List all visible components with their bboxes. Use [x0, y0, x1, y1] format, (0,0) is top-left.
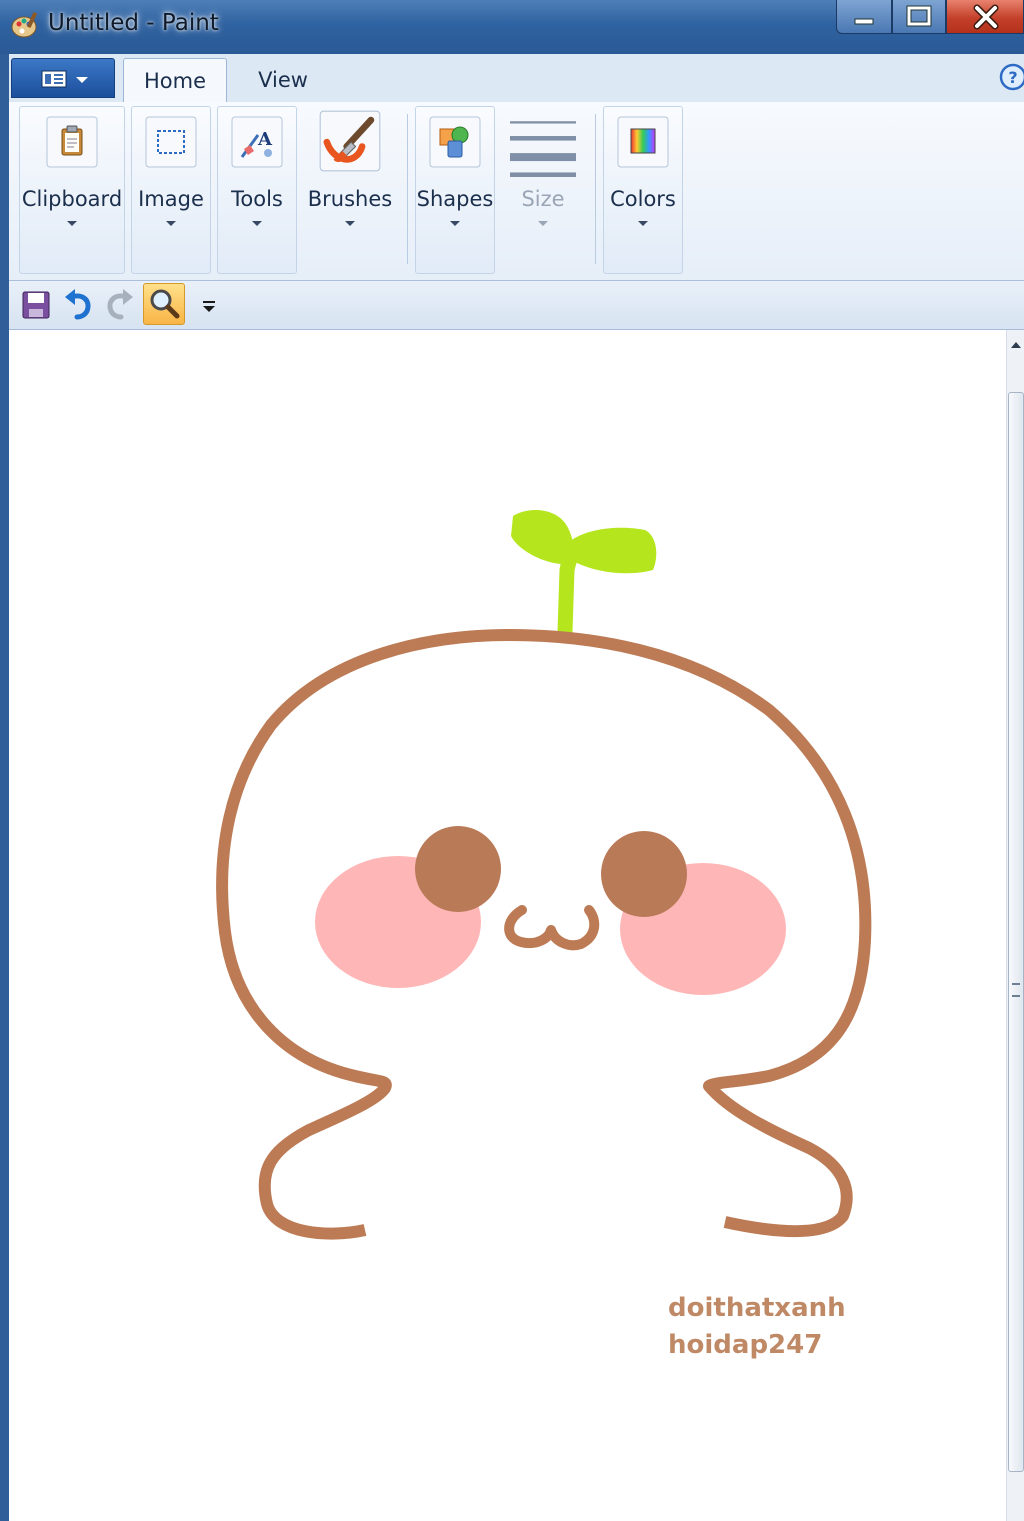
shapes-label: Shapes [416, 187, 494, 211]
left-eye [415, 826, 501, 912]
image-group[interactable]: Image [131, 106, 211, 274]
watermark-line-1: doithatxanh [668, 1293, 846, 1323]
help-icon[interactable]: ? [999, 63, 1024, 91]
clipboard-label: Clipboard [21, 187, 123, 211]
undo-icon[interactable] [59, 285, 97, 323]
chevron-down-icon [166, 221, 176, 226]
drawing-canvas[interactable]: doithatxanh hoidap247 [9, 330, 1006, 1521]
right-eye [601, 831, 687, 917]
vertical-scrollbar[interactable] [1006, 330, 1024, 1521]
colors-group[interactable]: Colors [603, 106, 683, 274]
menu-icon [41, 70, 88, 88]
svg-text:?: ? [1008, 68, 1017, 87]
chevron-down-icon [450, 221, 460, 226]
minimize-button[interactable] [836, 0, 892, 34]
chevron-down-icon [538, 221, 548, 226]
paint-app-icon[interactable] [10, 10, 40, 40]
window-frame-left [0, 54, 9, 1521]
quick-access-toolbar [9, 281, 1024, 330]
ribbon-tab-row: Home View ? [9, 54, 1024, 102]
tab-view[interactable]: View [233, 58, 333, 102]
size-group: Size [503, 106, 583, 274]
scroll-up-icon[interactable] [1011, 342, 1021, 348]
tools-group[interactable]: A Tools [217, 106, 297, 274]
customize-dropdown-icon[interactable] [195, 285, 233, 323]
zoom-button[interactable] [143, 283, 185, 325]
paint-menu-button[interactable] [11, 58, 115, 98]
svg-text:A: A [257, 129, 273, 150]
tools-icon: A [231, 116, 283, 168]
clipboard-icon [46, 116, 98, 168]
scroll-grip-icon [1012, 983, 1020, 997]
shapes-group[interactable]: Shapes [415, 106, 495, 274]
image-label: Image [138, 187, 204, 211]
clipboard-group[interactable]: Clipboard [19, 106, 125, 274]
magnifier-icon [150, 289, 180, 319]
chevron-down-icon [67, 221, 77, 226]
close-icon [973, 4, 999, 30]
title-bar: Untitled - Paint [0, 0, 1024, 54]
shapes-icon [429, 116, 481, 168]
minimize-icon [854, 18, 874, 25]
colors-label: Colors [610, 187, 676, 211]
watermark-text: doithatxanh hoidap247 [668, 1290, 846, 1364]
watermark-line-2: hoidap247 [668, 1330, 823, 1360]
mouth [504, 905, 600, 951]
window-title: Untitled - Paint [48, 10, 219, 36]
brush-icon [319, 110, 381, 172]
size-label: Size [521, 187, 565, 211]
ribbon-home-panel: Clipboard Image A Tools Brushes Shapes S… [9, 102, 1024, 281]
save-icon[interactable] [17, 285, 55, 323]
size-lines-icon [510, 121, 576, 177]
color-palette-icon [617, 116, 669, 168]
redo-icon[interactable] [101, 285, 139, 323]
ribbon-separator [595, 114, 596, 264]
tab-home[interactable]: Home [123, 58, 227, 102]
maximize-button[interactable] [892, 0, 946, 34]
canvas-drawing [216, 510, 872, 1240]
chevron-down-icon [252, 221, 262, 226]
sprout-leaf-left [511, 510, 574, 565]
image-select-icon [145, 116, 197, 168]
chevron-down-icon [345, 221, 355, 226]
sprout-leaf-right [569, 527, 657, 574]
brushes-label: Brushes [307, 187, 393, 211]
brushes-group[interactable]: Brushes [305, 106, 395, 274]
scroll-thumb[interactable] [1008, 392, 1024, 1472]
close-button[interactable] [946, 0, 1024, 34]
tools-label: Tools [231, 187, 283, 211]
maximize-icon [906, 5, 932, 27]
chevron-down-icon [638, 221, 648, 226]
ribbon-separator [407, 114, 408, 264]
